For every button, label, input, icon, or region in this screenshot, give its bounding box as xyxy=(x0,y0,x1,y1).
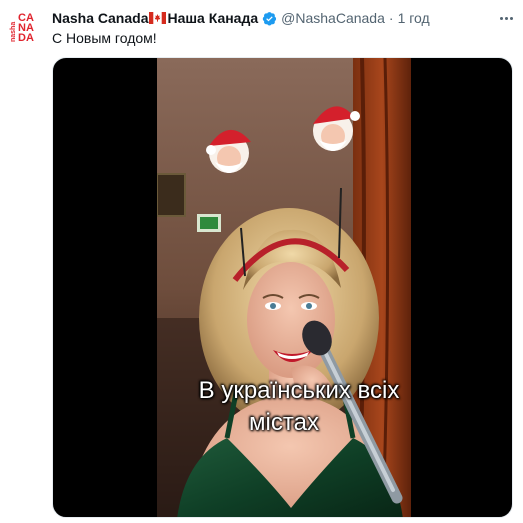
video-subtitle-line-1: В українських всіх xyxy=(198,377,400,404)
svg-text:nasha: nasha xyxy=(10,22,17,42)
avatar[interactable]: nasha CA NA DA xyxy=(8,8,44,44)
canada-flag-icon xyxy=(149,12,167,24)
video-subtitle-line-2: містах xyxy=(249,409,319,436)
tweet-text: С Новым годом! xyxy=(52,30,157,46)
tweet[interactable]: nasha CA NA DA Nasha Canada Наша Канада … xyxy=(0,0,523,523)
video-still-image xyxy=(157,58,411,517)
tweet-timestamp[interactable]: 1 год xyxy=(398,8,430,28)
tweet-header: Nasha Canada Наша Канада @NashaCanada · … xyxy=(52,8,517,28)
video-frame[interactable]: В українських всіх містах xyxy=(157,58,411,517)
separator-dot: · xyxy=(388,10,394,26)
svg-text:DA: DA xyxy=(18,32,34,44)
verified-badge-icon xyxy=(262,11,277,25)
author-name-local[interactable]: Наша Канада xyxy=(167,8,258,28)
more-options-icon[interactable] xyxy=(495,8,517,28)
author-name[interactable]: Nasha Canada xyxy=(52,8,148,28)
nasha-canada-logo: nasha CA NA DA xyxy=(10,12,34,44)
author-handle[interactable]: @NashaCanada xyxy=(281,8,385,28)
video-player[interactable]: В українських всіх містах xyxy=(52,57,513,518)
